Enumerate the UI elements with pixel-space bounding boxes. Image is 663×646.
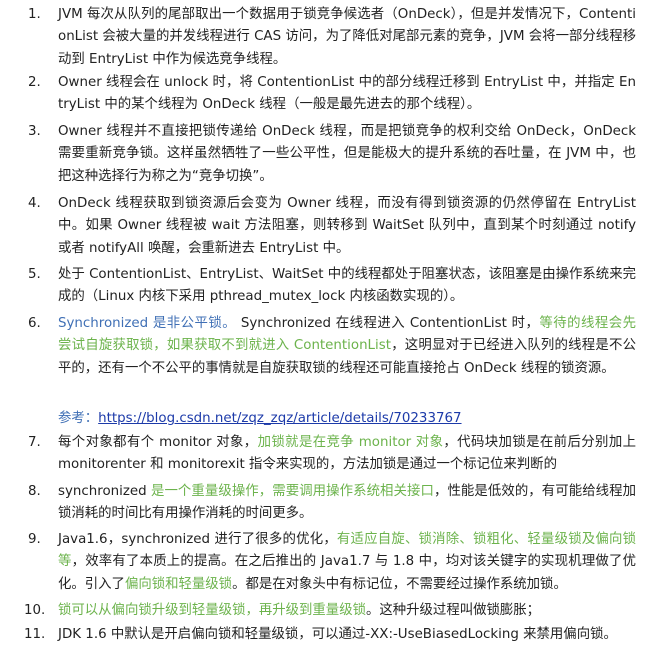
reference-line: 参考：https://blog.csdn.net/zqz_zqz/article… xyxy=(58,408,638,430)
list-number: 11. xyxy=(24,627,46,642)
list-item-text: 每个对象都有个 monitor 对象，加锁就是在竞争 monitor 对象，代码… xyxy=(58,432,636,477)
list-number: 6. xyxy=(28,316,41,331)
text-segment: synchronized xyxy=(58,484,151,499)
text-segment: Owner 线程会在 unlock 时，将 ContentionList 中的部… xyxy=(58,75,636,113)
text-segment-highlight-green: 偏向锁和轻量级锁 xyxy=(124,576,233,592)
list-number: 10. xyxy=(24,603,46,618)
text-segment: Owner 线程并不直接把锁传递给 OnDeck 线程，而是把锁竞争的权利交给 … xyxy=(58,124,636,184)
text-segment: Java1.6，synchronized 进行了很多的优化， xyxy=(58,532,337,547)
text-segment: 每个对象都有个 monitor 对象， xyxy=(58,435,258,450)
text-segment-highlight-blue: Synchronized 是非公平锁。 xyxy=(58,316,237,331)
list-item-text: 处于 ContentionList、EntryList、WaitSet 中的线程… xyxy=(58,264,636,309)
list-item-text: synchronized 是一个重量级操作，需要调用操作系统相关接口，性能是低效… xyxy=(58,481,636,526)
text-segment: 。这种升级过程叫做锁膨胀； xyxy=(365,603,541,618)
text-segment-highlight-green: 锁可以从偏向锁升级到轻量级锁，再升级到重量级锁 xyxy=(58,603,366,618)
reference-link[interactable]: https://blog.csdn.net/zqz_zqz/article/de… xyxy=(98,411,461,426)
list-number: 7. xyxy=(28,435,41,450)
list-number: 3. xyxy=(28,124,41,139)
list-item-text: Owner 线程并不直接把锁传递给 OnDeck 线程，而是把锁竞争的权利交给 … xyxy=(58,121,636,188)
list-item-text: Java1.6，synchronized 进行了很多的优化，有适应自旋、锁消除、… xyxy=(58,529,636,596)
list-number: 5. xyxy=(28,267,41,282)
text-segment: 。都是在对象头中有标记位，不需要经过操作系统加锁。 xyxy=(232,576,567,592)
list-item-text: JVM 每次从队列的尾部取出一个数据用于锁竞争候选者（OnDeck），但是并发情… xyxy=(58,4,636,71)
list-item-text: Owner 线程会在 unlock 时，将 ContentionList 中的部… xyxy=(58,72,636,117)
text-segment: JDK 1.6 中默认是开启偏向锁和轻量级锁，可以通过-XX:-UseBiase… xyxy=(58,627,617,642)
list-item-text: OnDeck 线程获取到锁资源后会变为 Owner 线程，而没有得到锁资源的仍然… xyxy=(58,193,636,260)
list-number: 2. xyxy=(28,75,41,90)
reference-label: 参考： xyxy=(58,411,99,426)
list-number: 4. xyxy=(28,196,41,211)
list-item-text: 锁可以从偏向锁升级到轻量级锁，再升级到重量级锁。这种升级过程叫做锁膨胀； xyxy=(58,600,636,622)
list-number: 8. xyxy=(28,484,41,499)
text-segment-highlight-green: 是一个重量级操作，需要调用操作系统相关接口 xyxy=(150,484,434,499)
text-segment-highlight-green: 加锁就是在竞争 monitor 对象 xyxy=(257,435,444,450)
list-number: 9. xyxy=(28,532,41,547)
text-segment: OnDeck 线程获取到锁资源后会变为 Owner 线程，而没有得到锁资源的仍然… xyxy=(58,196,636,256)
list-item-text: Synchronized 是非公平锁。 Synchronized 在线程进入 C… xyxy=(58,313,636,380)
text-segment: Synchronized 在线程进入 ContentionList 时， xyxy=(236,316,540,331)
list-item-text: JDK 1.6 中默认是开启偏向锁和轻量级锁，可以通过-XX:-UseBiase… xyxy=(58,624,636,646)
text-segment: 处于 ContentionList、EntryList、WaitSet 中的线程… xyxy=(58,267,636,305)
text-segment: JVM 每次从队列的尾部取出一个数据用于锁竞争候选者（OnDeck），但是并发情… xyxy=(58,7,636,67)
list-number: 1. xyxy=(28,7,41,22)
